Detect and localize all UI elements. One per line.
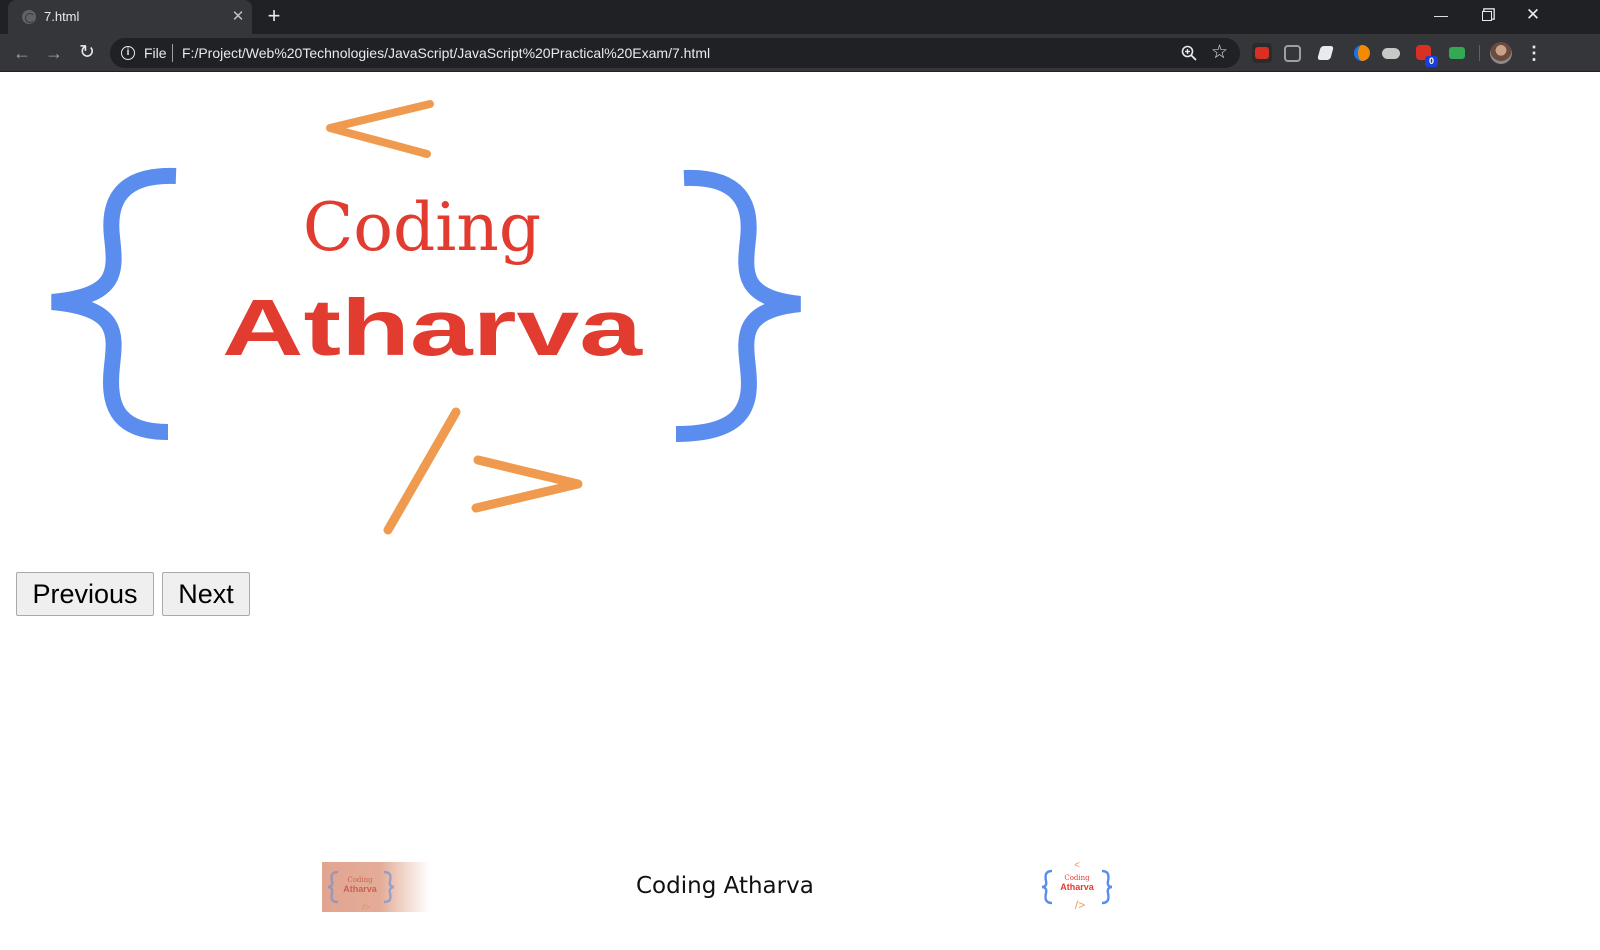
logo-coding-text: Coding bbox=[303, 189, 541, 266]
tab-strip: 7.html ✕ + — ✕ bbox=[0, 0, 1600, 34]
extension-icon[interactable] bbox=[1381, 43, 1401, 63]
open-tag-shape bbox=[326, 100, 434, 158]
thumbnail-image-faded: Coding Atharva /> bbox=[322, 862, 430, 912]
bookmark-star-icon[interactable]: ☆ bbox=[1211, 41, 1228, 64]
zoom-icon[interactable] bbox=[1180, 44, 1198, 62]
address-bar[interactable]: i File F:/Project/Web%20Technologies/Jav… bbox=[110, 38, 1240, 68]
footer-caption: Coding Atharva bbox=[636, 873, 814, 899]
previous-button[interactable]: Previous bbox=[16, 572, 154, 616]
back-button[interactable]: ← bbox=[9, 40, 35, 66]
thumb-coding-text: Coding bbox=[347, 876, 373, 884]
thumb-atharva-text: Atharva bbox=[1060, 882, 1095, 892]
gt-shape bbox=[471, 455, 583, 513]
thumb-close-tag: /> bbox=[362, 902, 370, 912]
slash-shape bbox=[383, 407, 461, 535]
extension-icon[interactable] bbox=[1284, 45, 1301, 62]
left-brace bbox=[51, 167, 177, 440]
menu-icon[interactable]: ⋮ bbox=[1524, 40, 1544, 66]
reload-button[interactable]: ↻ bbox=[74, 40, 100, 66]
forward-button[interactable]: → bbox=[41, 40, 67, 66]
next-button[interactable]: Next bbox=[162, 572, 250, 616]
thumb-open-tag: < bbox=[1074, 860, 1080, 871]
thumb-close-tag: /> bbox=[1075, 898, 1085, 911]
extension-icon[interactable] bbox=[1447, 43, 1467, 63]
extension-badge: 0 bbox=[1425, 56, 1438, 67]
thumb-atharva-text: Atharva bbox=[343, 884, 378, 894]
tab-active[interactable]: 7.html ✕ bbox=[8, 0, 252, 34]
right-brace bbox=[675, 169, 801, 442]
close-icon[interactable]: ✕ bbox=[228, 7, 248, 27]
new-tab-button[interactable]: + bbox=[262, 5, 286, 29]
slideshow-image: Coding Atharva bbox=[51, 100, 801, 535]
profile-avatar[interactable] bbox=[1490, 42, 1512, 64]
page-viewport: Coding Atharva Previous Next Coding Atha… bbox=[0, 72, 1557, 950]
info-icon[interactable]: i bbox=[121, 46, 135, 60]
globe-icon bbox=[22, 10, 36, 24]
minimize-button[interactable]: — bbox=[1418, 0, 1464, 30]
extension-icon[interactable] bbox=[1350, 43, 1370, 63]
toolbar-divider bbox=[1479, 45, 1480, 61]
tab-title: 7.html bbox=[44, 9, 80, 24]
divider bbox=[172, 44, 173, 62]
extension-icon[interactable] bbox=[1252, 43, 1272, 63]
thumb-coding-text: Coding bbox=[1064, 874, 1090, 882]
browser-toolbar: ← → ↻ i File F:/Project/Web%20Technologi… bbox=[0, 34, 1600, 72]
restore-button[interactable] bbox=[1464, 0, 1510, 30]
logo-atharva-text: Atharva bbox=[222, 283, 643, 372]
scheme-label: File bbox=[144, 45, 167, 61]
thumbnail-logo: < Coding Atharva /> bbox=[1041, 860, 1113, 911]
window-close-button[interactable]: ✕ bbox=[1510, 0, 1556, 30]
url-text[interactable]: F:/Project/Web%20Technologies/JavaScript… bbox=[182, 45, 710, 61]
extension-icon[interactable] bbox=[1316, 43, 1336, 63]
